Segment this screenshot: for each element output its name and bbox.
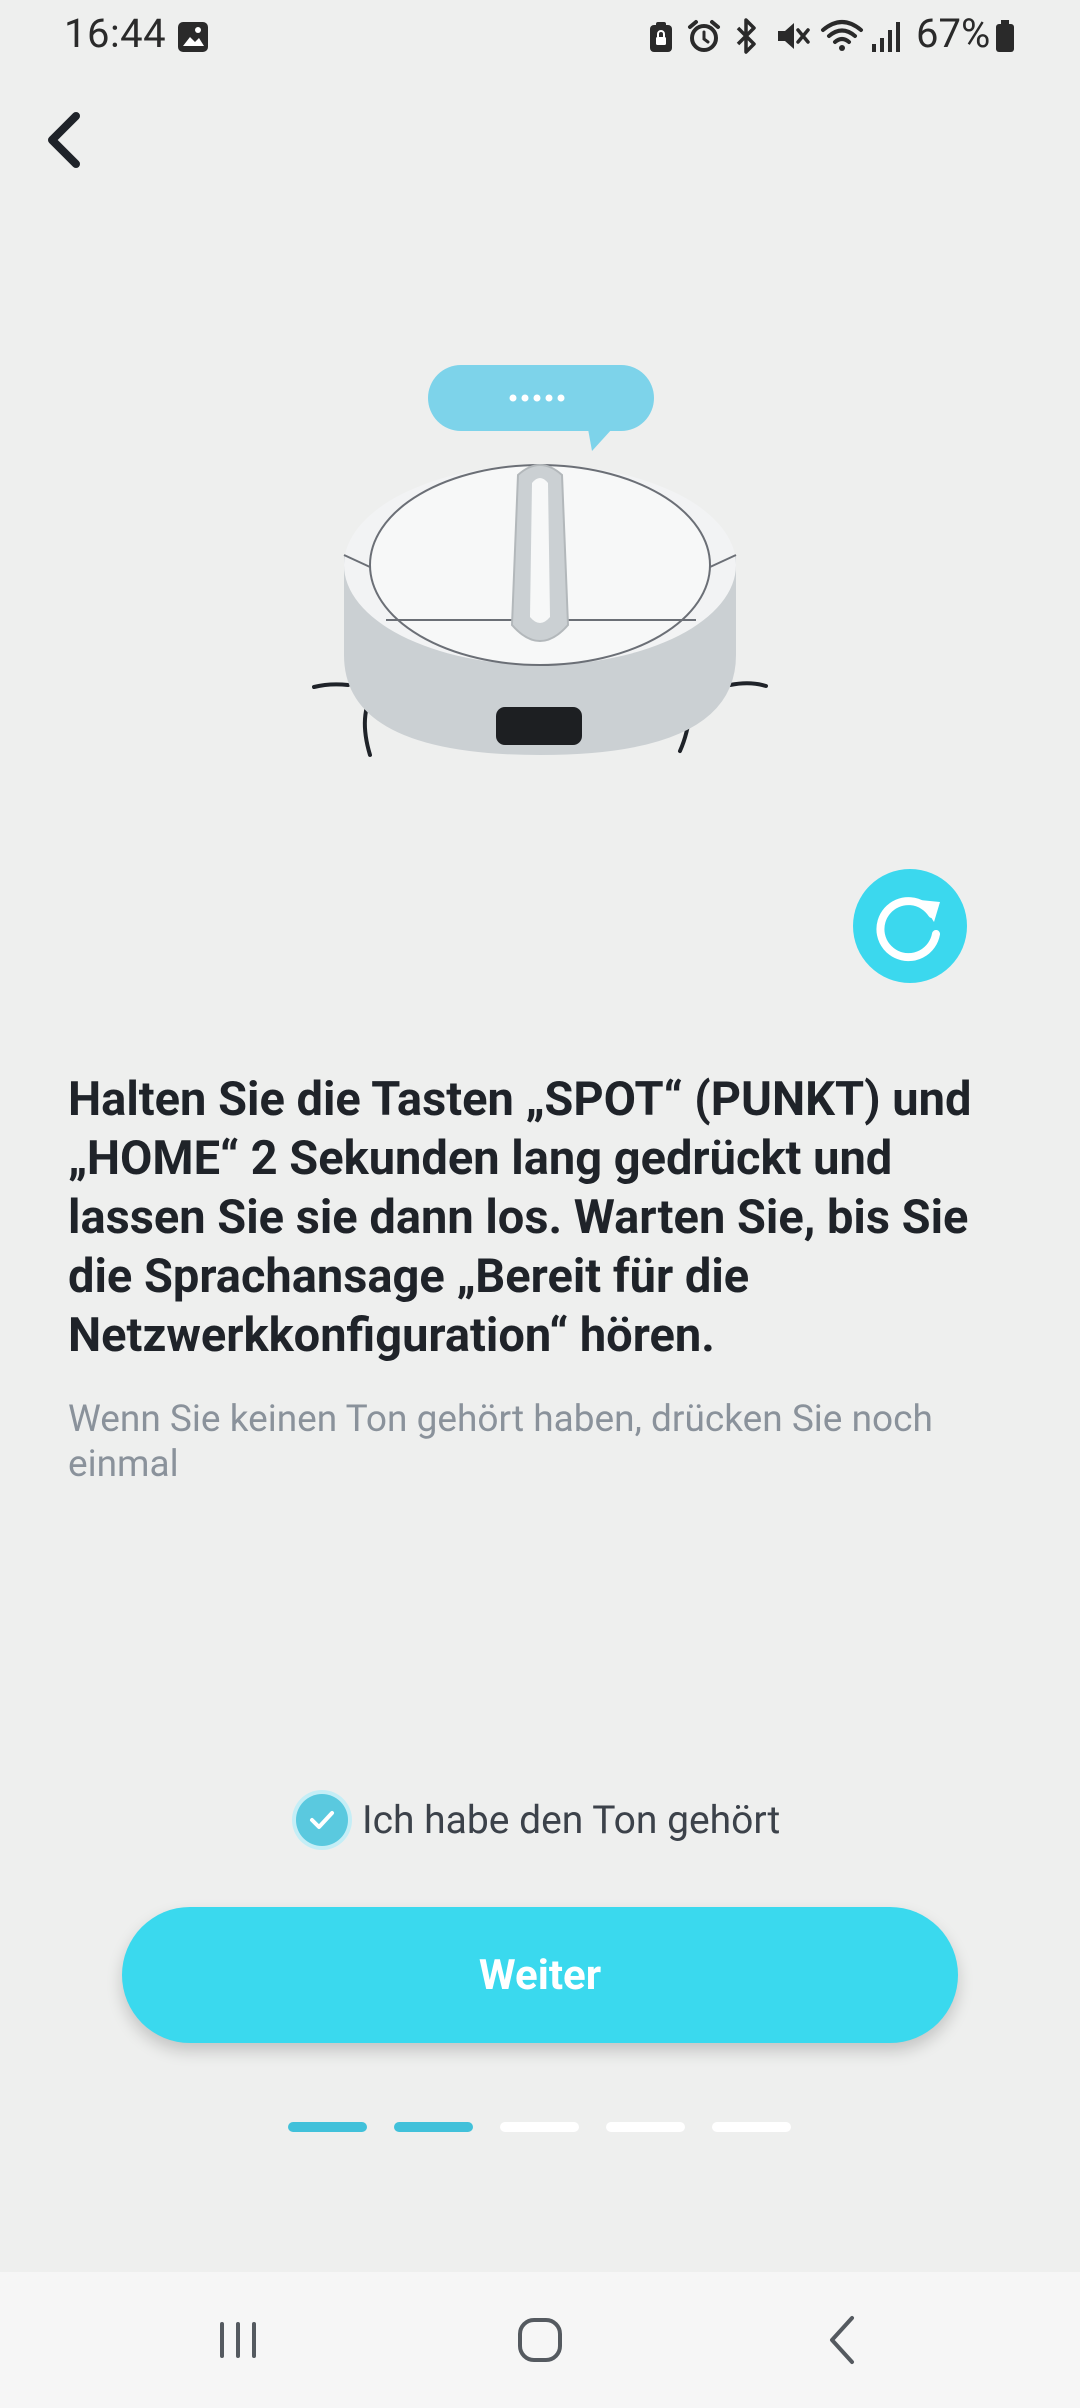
sound-heard-checkbox[interactable]: [296, 1794, 348, 1846]
chevron-left-icon: [48, 112, 80, 168]
step-dot-1: [288, 2122, 367, 2132]
replay-icon: [876, 897, 940, 962]
step-dot-4: [606, 2122, 685, 2132]
back-icon: [830, 2316, 854, 2364]
home-button[interactable]: [500, 2300, 580, 2380]
mute-icon: [778, 23, 810, 49]
alarm-icon: [688, 20, 720, 52]
system-navigation-bar: [0, 2272, 1080, 2408]
gallery-icon: [178, 22, 208, 52]
clipboard-lock-icon: [650, 22, 672, 52]
replay-button[interactable]: [853, 869, 967, 983]
status-time: 16:44: [64, 10, 167, 57]
speech-bubble: [428, 365, 654, 451]
recent-apps-button[interactable]: [198, 2300, 278, 2380]
recent-apps-icon: [220, 2322, 256, 2358]
bluetooth-icon: [736, 18, 756, 54]
wifi-icon: [821, 20, 863, 51]
instruction-text: Halten Sie die Tasten „SPOT“ (PUNKT) und…: [68, 1072, 972, 1363]
signal-icon: [872, 22, 900, 52]
sound-heard-label: Ich habe den Ton gehört: [362, 1797, 781, 1843]
battery-icon: [996, 20, 1014, 52]
back-button[interactable]: [24, 100, 104, 180]
step-dot-5: [712, 2122, 791, 2132]
battery-percentage: 67%: [916, 10, 991, 57]
robot-vacuum-illustration: [312, 365, 768, 757]
checkmark-icon: [310, 1811, 334, 1829]
step-dot-2: [394, 2122, 473, 2132]
status-bar: 16:44 67%: [0, 0, 1080, 72]
hint-text: Wenn Sie keinen Ton gehört haben, drücke…: [68, 1398, 933, 1486]
home-icon: [518, 2318, 562, 2362]
next-button[interactable]: Weiter: [122, 1907, 958, 2043]
sound-heard-checkbox-row[interactable]: Ich habe den Ton gehört: [296, 1790, 780, 1850]
step-indicator: [288, 2122, 818, 2132]
step-dot-3: [500, 2122, 579, 2132]
system-back-button[interactable]: [804, 2300, 884, 2380]
